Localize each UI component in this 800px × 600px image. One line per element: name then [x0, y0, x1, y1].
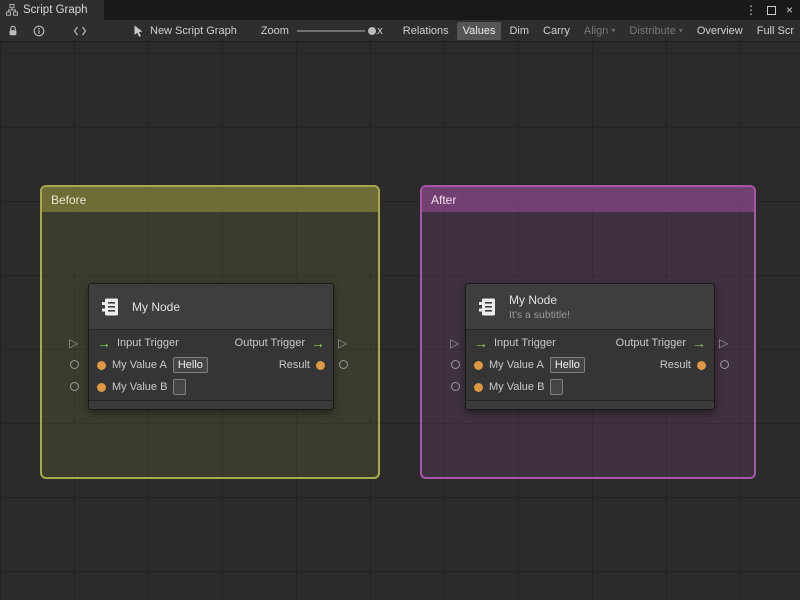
group-title: After: [431, 192, 457, 207]
distribute-button[interactable]: Distribute ▾: [623, 22, 688, 40]
port-row: My Value A Hello Result: [89, 354, 333, 376]
script-graph-window: Script Graph ⋮ × New Script Graph Zoom 1…: [0, 0, 800, 600]
external-value-port[interactable]: [451, 382, 460, 391]
dim-button[interactable]: Dim: [503, 22, 535, 40]
port-row: → Input Trigger Output Trigger →: [89, 332, 333, 354]
unit-icon: [102, 298, 118, 315]
result-port[interactable]: Result: [279, 359, 325, 371]
values-button[interactable]: Values: [456, 21, 502, 40]
window-controls: ⋮ ×: [745, 0, 800, 20]
node-my-node-after[interactable]: My Node It's a subtitle! → Input Trigger…: [465, 283, 715, 410]
value-output-icon[interactable]: [316, 360, 325, 370]
align-label: Align: [583, 24, 609, 37]
tab-title: Script Graph: [23, 4, 88, 16]
port-row: My Value B: [466, 376, 714, 398]
input-trigger-port[interactable]: → Input Trigger: [474, 336, 556, 350]
value-input-icon[interactable]: [97, 360, 106, 370]
node-header[interactable]: My Node: [89, 284, 333, 330]
graph-canvas[interactable]: Before After My Node → Input Trigger Out…: [0, 42, 800, 600]
value-a-port[interactable]: My Value A Hello: [97, 357, 208, 373]
port-label: My Value B: [489, 381, 545, 393]
info-icon[interactable]: [33, 25, 45, 37]
port-row: → Input Trigger Output Trigger →: [466, 332, 714, 354]
value-output-icon[interactable]: [697, 360, 706, 370]
flow-output-icon[interactable]: →: [311, 336, 325, 350]
value-a-port[interactable]: My Value A Hello: [474, 357, 585, 373]
flow-input-icon[interactable]: →: [97, 336, 111, 350]
external-value-port[interactable]: [70, 382, 79, 391]
value-b-port[interactable]: My Value B: [97, 379, 187, 395]
unit-icon: [479, 298, 495, 315]
lock-icon[interactable]: [7, 25, 19, 37]
graph-pointer-icon: [133, 25, 144, 37]
value-input-icon[interactable]: [474, 360, 483, 370]
node-header[interactable]: My Node It's a subtitle!: [466, 284, 714, 330]
group-before-header[interactable]: Before: [42, 187, 378, 212]
port-row: My Value A Hello Result: [466, 354, 714, 376]
node-title: My Node: [509, 292, 558, 307]
graph-name-label: New Script Graph: [150, 24, 237, 37]
menu-icon[interactable]: ⋮: [745, 4, 757, 16]
flow-input-icon[interactable]: →: [474, 336, 488, 350]
value-b-field[interactable]: [550, 379, 564, 395]
port-label: My Value A: [489, 359, 544, 371]
external-flow-input-port[interactable]: ▷: [69, 337, 78, 349]
group-title: Before: [51, 192, 87, 207]
flow-output-icon[interactable]: →: [692, 336, 706, 350]
external-value-port[interactable]: [339, 360, 348, 369]
external-flow-input-port[interactable]: ▷: [450, 337, 459, 349]
external-flow-output-port[interactable]: ▷: [338, 337, 347, 349]
input-trigger-port[interactable]: → Input Trigger: [97, 336, 179, 350]
port-label: Input Trigger: [117, 337, 179, 349]
port-label: Output Trigger: [615, 337, 686, 349]
value-a-field[interactable]: Hello: [172, 357, 208, 373]
zoom-slider-knob[interactable]: [366, 25, 377, 36]
graph-toolbar: New Script Graph Zoom 1x Relations Value…: [0, 20, 800, 42]
chevron-down-icon: ▾: [678, 26, 683, 35]
node-my-node-before[interactable]: My Node → Input Trigger Output Trigger →: [88, 283, 334, 410]
zoom-slider[interactable]: [296, 25, 377, 37]
port-label: My Value A: [112, 359, 167, 371]
code-view-icon[interactable]: [73, 26, 87, 36]
external-value-port[interactable]: [720, 360, 729, 369]
node-footer: [466, 400, 714, 409]
group-after-header[interactable]: After: [422, 187, 754, 212]
zoom-slider-track: [296, 29, 366, 32]
distribute-label: Distribute: [629, 24, 676, 37]
port-label: Input Trigger: [494, 337, 556, 349]
result-port[interactable]: Result: [660, 359, 706, 371]
node-subtitle: It's a subtitle!: [509, 308, 570, 321]
node-ports: → Input Trigger Output Trigger → My Valu…: [466, 330, 714, 400]
carry-button[interactable]: Carry: [537, 22, 576, 40]
close-icon[interactable]: ×: [786, 4, 793, 16]
value-b-field[interactable]: [173, 379, 187, 395]
node-footer: [89, 400, 333, 409]
graph-tab-icon: [6, 4, 18, 16]
value-b-port[interactable]: My Value B: [474, 379, 564, 395]
port-row: My Value B: [89, 376, 333, 398]
external-flow-output-port[interactable]: ▷: [719, 337, 728, 349]
overview-button[interactable]: Overview: [691, 22, 749, 40]
value-a-field[interactable]: Hello: [549, 357, 585, 373]
maximize-icon[interactable]: [766, 5, 776, 15]
fullscreen-button[interactable]: Full Scr: [751, 22, 800, 40]
port-label: My Value B: [112, 381, 168, 393]
tab-bar: Script Graph ⋮ ×: [0, 0, 800, 20]
relations-button[interactable]: Relations: [397, 22, 455, 40]
tab-script-graph[interactable]: Script Graph: [0, 0, 104, 20]
external-value-port[interactable]: [70, 360, 79, 369]
output-trigger-port[interactable]: Output Trigger →: [616, 336, 706, 350]
node-title: My Node: [132, 299, 181, 314]
port-label: Output Trigger: [234, 337, 305, 349]
port-label: Result: [659, 359, 691, 371]
value-input-icon[interactable]: [97, 382, 106, 392]
zoom-label: Zoom: [260, 24, 289, 37]
output-trigger-port[interactable]: Output Trigger →: [235, 336, 325, 350]
chevron-down-icon: ▾: [611, 26, 616, 35]
port-label: Result: [278, 359, 310, 371]
node-ports: → Input Trigger Output Trigger → My Valu…: [89, 330, 333, 400]
external-value-port[interactable]: [451, 360, 460, 369]
value-input-icon[interactable]: [474, 382, 483, 392]
align-button[interactable]: Align ▾: [578, 22, 621, 40]
